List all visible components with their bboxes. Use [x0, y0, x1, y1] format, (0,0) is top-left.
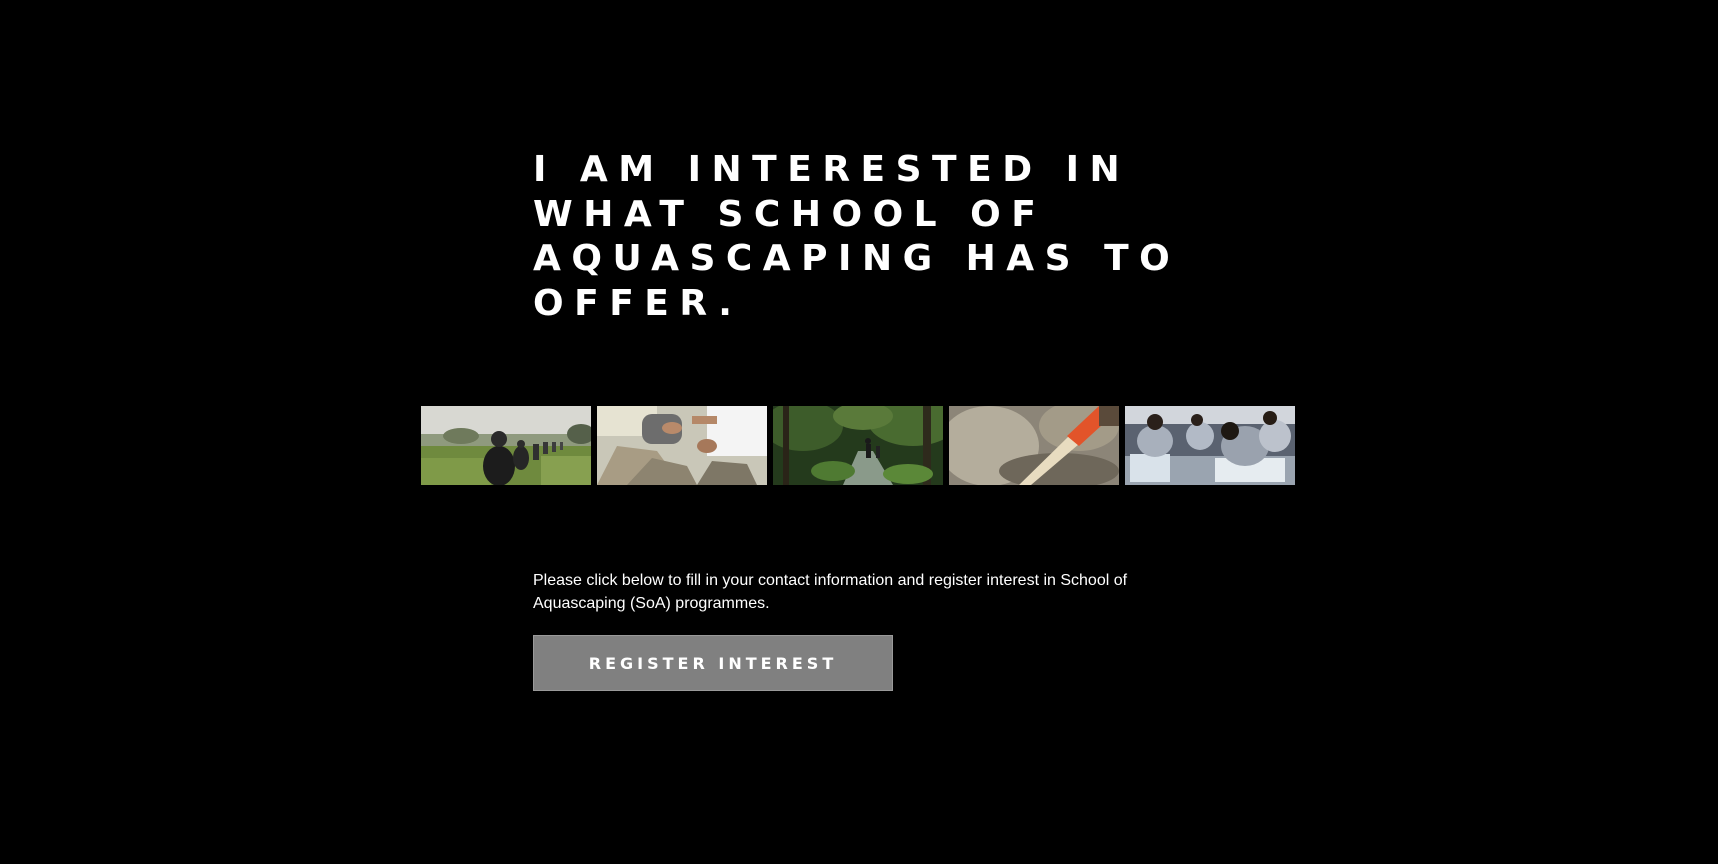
- register-intro-text: Please click below to fill in your conta…: [533, 572, 1128, 612]
- gallery-photo-forest-stream: [773, 406, 943, 485]
- register-interest-button[interactable]: REGISTER INTEREST: [533, 635, 893, 691]
- page: I AM INTERESTED IN WHAT SCHOOL OF AQUASC…: [0, 0, 1718, 864]
- gallery-photo-arranging-rocks: [597, 406, 767, 485]
- gallery-photo-students-at-tanks: [1125, 406, 1295, 485]
- gallery-photo-brush-on-rock: [949, 406, 1119, 485]
- photo-gallery: [421, 406, 1295, 485]
- page-heading: I AM INTERESTED IN WHAT SCHOOL OF AQUASC…: [533, 149, 1181, 324]
- gallery-photo-walking-field: [421, 406, 591, 485]
